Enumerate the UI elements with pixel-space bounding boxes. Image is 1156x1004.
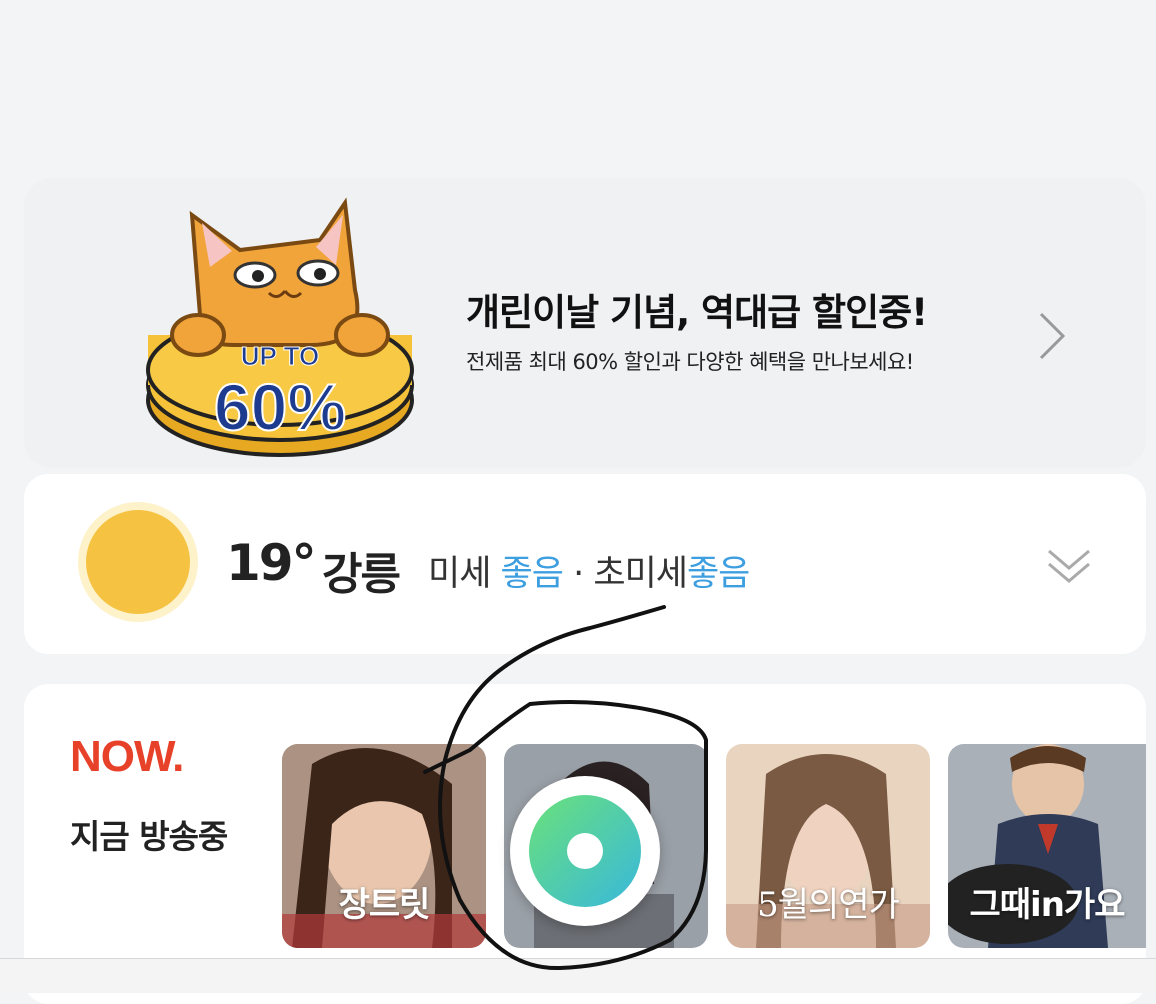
air-quality: 미세 좋음 · 초미세좋음 <box>428 545 750 596</box>
show-title: 장트릿 <box>338 885 431 925</box>
ultra-fine-dust-label: 초미세 <box>593 554 688 594</box>
promo-title: 개린이날 기념, 역대급 할인중! <box>466 291 928 334</box>
record-dot-icon <box>567 833 603 869</box>
live-show-thumbnail[interactable]: 장트릿 <box>282 744 486 948</box>
badge-up-to: UP TO <box>241 341 320 371</box>
chevron-right-icon[interactable] <box>1035 310 1069 362</box>
sun-icon <box>78 502 198 622</box>
show-title: 5월의연가 <box>757 885 900 925</box>
fine-dust-value: 좋음 <box>500 554 564 594</box>
expand-chevron-icon[interactable] <box>1046 548 1092 586</box>
now-logo: NOW. <box>70 732 184 781</box>
bottom-bar <box>0 958 1156 993</box>
separator: · <box>573 554 584 594</box>
promo-subtitle: 전제품 최대 60% 할인과 다양한 혜택을 만나보세요! <box>466 350 914 374</box>
show-title: 그때in가요 <box>969 885 1126 925</box>
temperature: 19° <box>226 534 317 592</box>
badge-percent: 60% <box>214 370 346 444</box>
fine-dust-label: 미세 <box>428 554 491 594</box>
city-name: 강릉 <box>322 549 401 600</box>
live-show-thumbnail[interactable]: 5월의연가 <box>726 744 930 948</box>
ultra-fine-dust-value: 좋음 <box>686 554 750 594</box>
cat-promo-illustration: UP TO 60% <box>146 197 414 457</box>
live-show-thumbnail[interactable]: 그때in가요 <box>948 744 1146 948</box>
now-subtitle: 지금 방송중 <box>70 817 228 856</box>
